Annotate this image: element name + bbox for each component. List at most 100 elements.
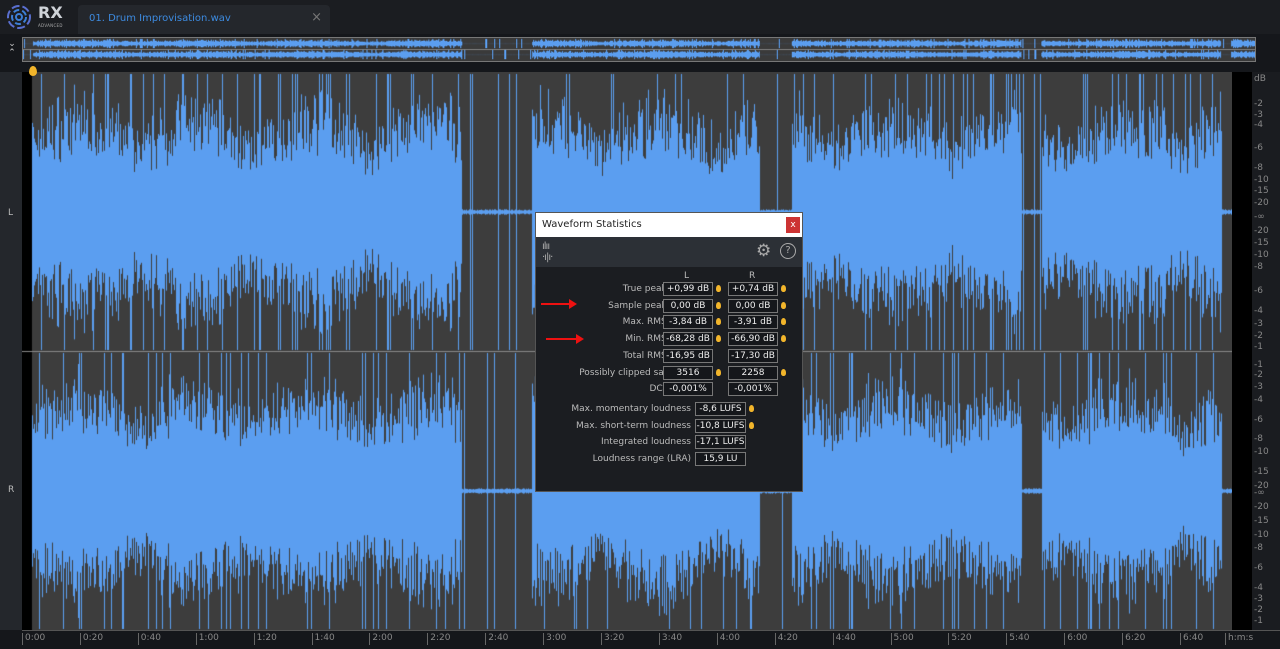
db-tick: -2 — [1254, 331, 1263, 341]
close-tab-icon[interactable]: × — [311, 10, 322, 25]
lightbulb-icon[interactable] — [781, 368, 786, 376]
db-tick: -15 — [1254, 238, 1269, 248]
time-label: 3:20 — [601, 633, 624, 645]
loudness-value: -8,6 LUFS — [695, 402, 746, 416]
db-tick: -4 — [1254, 120, 1263, 130]
lightbulb-icon[interactable] — [716, 368, 721, 376]
stat-value-left: 3516 — [663, 365, 713, 380]
db-tick: -8 — [1254, 262, 1263, 272]
db-tick: -1 — [1254, 616, 1263, 626]
lightbulb-icon[interactable] — [716, 285, 721, 292]
file-tab[interactable]: 01. Drum Improvisation.wav × — [78, 5, 330, 34]
help-icon[interactable]: ? — [780, 243, 796, 259]
time-label: 3:40 — [658, 633, 682, 645]
stat-row: Total RMS level -16,95 dB -17,30 dB — [536, 348, 804, 364]
loudness-row: Loudness range (LRA) 15,9 LU — [536, 452, 804, 467]
time-label: 3:00 — [543, 633, 566, 645]
dialog-close-button[interactable]: x — [786, 217, 800, 233]
db-tick: -8 — [1254, 543, 1263, 553]
annotation-arrow — [546, 334, 584, 344]
db-tick: -3 — [1254, 110, 1263, 120]
lightbulb-icon[interactable] — [781, 318, 786, 326]
db-tick: -10 — [1254, 175, 1269, 185]
column-header-left: L — [684, 271, 690, 281]
stat-value-left: 0,00 dB — [663, 298, 713, 313]
db-tick: -∞ — [1254, 212, 1265, 222]
collapse-overview-icon[interactable]: ⌄ ⌃ — [4, 40, 20, 62]
column-header-right: R — [749, 271, 756, 281]
db-tick: -2 — [1254, 99, 1263, 109]
stat-row: True peak level +0,99 dB +0,74 dB — [536, 282, 804, 297]
time-label: 4:20 — [774, 633, 798, 645]
time-label: 6:00 — [1064, 633, 1087, 645]
db-tick: -6 — [1254, 286, 1263, 296]
channel-label-left[interactable]: L — [8, 208, 13, 218]
file-tab-title: 01. Drum Improvisation.wav — [89, 13, 231, 24]
loudness-value: -10,8 LUFS — [695, 418, 746, 433]
channel-label-right[interactable]: R — [8, 485, 14, 495]
dialog-title: Waveform Statistics — [536, 213, 802, 237]
lightbulb-icon[interactable] — [716, 318, 721, 326]
stat-value-left: +0,99 dB — [663, 282, 713, 296]
loudness-row: Max. short-term loudness -10,8 LUFS — [536, 418, 804, 434]
time-label: 1:20 — [253, 633, 277, 645]
waveform-overview[interactable] — [22, 37, 1256, 62]
db-tick: -8 — [1254, 163, 1263, 173]
lightbulb-icon[interactable] — [716, 301, 721, 309]
loudness-label: Loudness range (LRA) — [592, 454, 691, 465]
time-label: 5:00 — [890, 633, 914, 645]
db-tick: -15 — [1254, 516, 1269, 526]
time-label: 2:40 — [485, 633, 508, 645]
loudness-row: Integrated loudness -17,1 LUFS — [536, 435, 804, 450]
time-label: 2:20 — [427, 633, 451, 645]
waveform-stats-icon: ılıı ·ı|ı· — [542, 241, 553, 263]
gear-icon[interactable]: ⚙ — [756, 241, 771, 261]
db-tick: -6 — [1254, 415, 1263, 425]
time-label: 6:20 — [1122, 633, 1145, 645]
stat-value-left: -68,28 dB — [663, 332, 713, 347]
db-tick: -8 — [1254, 434, 1263, 444]
db-tick: -20 — [1254, 502, 1269, 512]
stat-value-right: +0,74 dB — [728, 282, 778, 296]
time-label: 5:40 — [1006, 633, 1030, 645]
lightbulb-icon[interactable] — [781, 301, 786, 309]
db-tick: -15 — [1254, 467, 1269, 477]
loudness-label: Integrated loudness — [600, 437, 691, 448]
timeline-ruler[interactable]: 0:00 0:20 0:40 1:00 1:20 1:40 2:00 2:20 2:40 3:00… — [22, 630, 1280, 649]
time-label: 2:00 — [369, 633, 393, 645]
lightbulb-icon[interactable] — [749, 421, 754, 429]
logo-text: RX — [38, 3, 63, 22]
db-tick: -6 — [1254, 563, 1263, 573]
db-tick: -4 — [1254, 395, 1263, 405]
db-tick: -∞ — [1254, 488, 1265, 498]
lightbulb-icon[interactable] — [781, 285, 786, 292]
time-label: 0:00 — [22, 633, 45, 645]
loudness-label: Max. short-term loudness — [576, 420, 691, 431]
db-tick: -4 — [1254, 306, 1263, 316]
db-tick: -6 — [1254, 143, 1263, 153]
dialog-toolbar: ılıı ·ı|ı· ⚙ ? — [536, 237, 802, 267]
time-label: 0:20 — [79, 633, 103, 645]
stat-value-left: -3,84 dB — [663, 315, 713, 330]
db-tick: -10 — [1254, 250, 1269, 260]
stat-value-left: -16,95 dB — [663, 348, 713, 363]
stat-row: Max. RMS level -3,84 dB -3,91 dB — [536, 315, 804, 330]
channel-gutter: L R — [0, 72, 22, 630]
lightbulb-icon[interactable] — [781, 335, 786, 343]
time-label: 6:40 — [1180, 633, 1203, 645]
playhead-marker[interactable] — [29, 66, 37, 76]
stat-value-right: -0,001% — [728, 382, 778, 397]
lightbulb-icon[interactable] — [749, 405, 754, 412]
stat-value-right: -17,30 dB — [728, 348, 778, 363]
db-tick: -3 — [1254, 594, 1263, 604]
db-tick: -3 — [1254, 319, 1263, 329]
db-tick: -1 — [1254, 360, 1263, 370]
lightbulb-icon[interactable] — [716, 335, 721, 343]
time-label: 4:00 — [716, 633, 740, 645]
stat-row: DC offset -0,001% -0,001% — [536, 382, 804, 397]
time-unit: h:m:s — [1225, 633, 1253, 645]
db-tick: -20 — [1254, 226, 1269, 236]
loudness-value: -17,1 LUFS — [695, 435, 746, 450]
stat-value-right: -3,91 dB — [728, 315, 778, 330]
db-scale: dB -2 -3 -4 -6 -8 -10 -15 -20 -∞ -20 -15 -10 -8 -6 -4-… — [1232, 72, 1280, 630]
